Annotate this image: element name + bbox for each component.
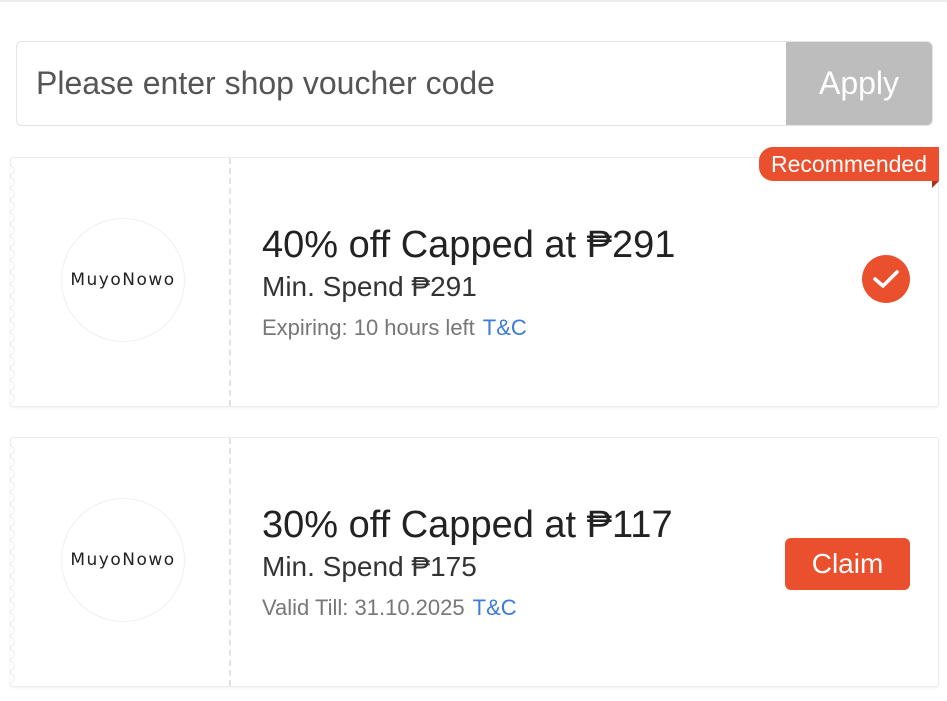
scalloped-edge — [10, 164, 18, 402]
top-divider — [0, 0, 947, 2]
voucher-code-row: Apply — [16, 41, 933, 126]
recommended-badge: Recommended — [759, 147, 939, 181]
tnc-link[interactable]: T&C — [473, 595, 517, 620]
voucher-card[interactable]: MuyoNowo 30% off Capped at ₱117 Min. Spe… — [10, 437, 939, 687]
voucher-title: 40% off Capped at ₱291 — [262, 224, 676, 266]
voucher-code-input[interactable] — [17, 42, 786, 125]
badge-fold — [932, 181, 939, 188]
shop-logo-text: MuyoNowo — [70, 270, 176, 290]
voucher-min-spend: Min. Spend ₱175 — [262, 551, 477, 582]
voucher-validity-text: Expiring: 10 hours left — [262, 315, 475, 340]
voucher-min-spend: Min. Spend ₱291 — [262, 271, 477, 302]
voucher-validity: Valid Till: 31.10.2025 T&C — [262, 593, 673, 623]
claim-button[interactable]: Claim — [785, 538, 910, 590]
dashed-divider — [229, 438, 231, 686]
voucher-info: 40% off Capped at ₱291 Min. Spend ₱291 E… — [262, 222, 675, 343]
shop-logo: MuyoNowo — [61, 498, 185, 622]
voucher-title: 30% off Capped at ₱117 — [262, 504, 673, 546]
voucher-validity: Expiring: 10 hours left T&C — [262, 313, 675, 343]
scalloped-edge — [10, 444, 18, 682]
check-circle-icon[interactable] — [862, 255, 910, 303]
voucher-info: 30% off Capped at ₱117 Min. Spend ₱175 V… — [262, 502, 673, 623]
shop-logo-text: MuyoNowo — [70, 550, 176, 570]
dashed-divider — [229, 158, 231, 406]
tnc-link[interactable]: T&C — [483, 315, 527, 340]
voucher-card[interactable]: MuyoNowo 40% off Capped at ₱291 Min. Spe… — [10, 147, 939, 407]
shop-logo: MuyoNowo — [61, 218, 185, 342]
checkmark-icon — [873, 270, 899, 288]
apply-button[interactable]: Apply — [786, 42, 932, 125]
voucher-validity-text: Valid Till: 31.10.2025 — [262, 595, 465, 620]
